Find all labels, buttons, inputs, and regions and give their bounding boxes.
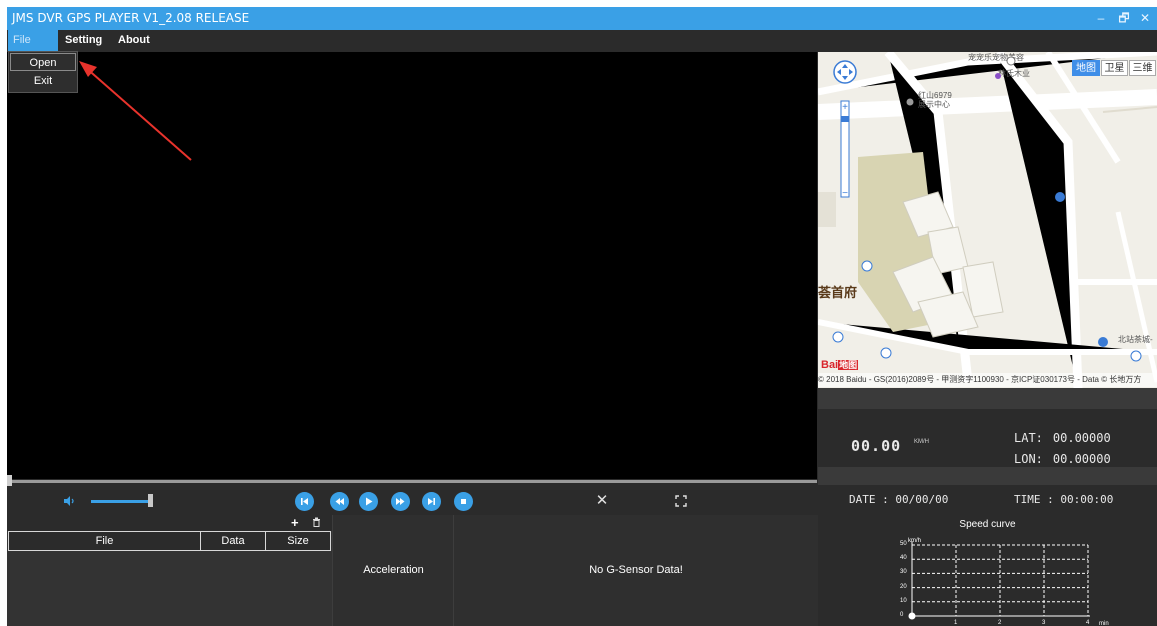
seek-handle[interactable] (7, 475, 12, 486)
map-poi-markers (832, 56, 1142, 362)
date-row: DATE : 00/00/00 (849, 493, 948, 506)
skip-forward-icon (428, 498, 435, 505)
speed-curve-grid (908, 541, 1090, 620)
menu-about[interactable]: About (118, 30, 150, 52)
rewind-icon (335, 498, 344, 505)
play-icon (366, 497, 373, 506)
menu-item-open[interactable]: Open (10, 53, 76, 71)
speed-curve-panel: Speed curve km/h min 50 40 30 20 10 0 1234 (818, 515, 1157, 626)
column-size[interactable]: Size (266, 532, 330, 550)
gps-info-panel: 00.00 KM/H LAT: 00.00000 LON: 00.00000 (818, 409, 1157, 467)
column-file[interactable]: File (9, 532, 201, 550)
longitude-value: 00.00000 (1052, 452, 1111, 466)
gps-separator (818, 388, 1157, 409)
add-file-icon[interactable]: + (291, 515, 299, 530)
volume-slider[interactable] (91, 500, 149, 503)
menu-setting[interactable]: Setting (65, 30, 102, 52)
menu-bar: File Setting About (7, 30, 1157, 52)
file-list-panel: + File Data Size (7, 515, 332, 626)
longitude-label: LON: (1014, 452, 1043, 466)
title-bar[interactable]: JMS DVR GPS PLAYER V1_2.08 RELEASE – 🗗 ✕ (7, 7, 1157, 30)
seek-bar[interactable] (7, 480, 817, 483)
latitude-value: 00.00000 (1052, 431, 1111, 445)
skip-to-end-button[interactable] (422, 492, 441, 511)
file-dropdown-menu: Open Exit (8, 51, 78, 93)
menu-item-exit[interactable]: Exit (10, 72, 76, 90)
longitude-row: LON: 00.00000 (1014, 452, 1111, 466)
app-window: JMS DVR GPS PLAYER V1_2.08 RELEASE – 🗗 ✕… (7, 7, 1157, 626)
volume-icon[interactable] (64, 496, 76, 506)
fast-forward-button[interactable] (391, 492, 410, 511)
minimize-button[interactable]: – (1091, 9, 1111, 27)
date-label: DATE : (849, 493, 889, 506)
rewind-button[interactable] (330, 492, 349, 511)
skip-to-start-button[interactable] (295, 492, 314, 511)
volume-handle[interactable] (148, 494, 153, 507)
map-copyright: © 2018 Baidu - GS(2016)2089号 - 甲测资字11009… (818, 373, 1157, 387)
baidu-logo: Bai地图 (821, 359, 859, 371)
video-display[interactable] (7, 52, 817, 479)
map-view[interactable]: + − 地图 卫星 三维 宠宠乐宠物美容 林氏木业 红山6979 展示中心 荟首… (818, 52, 1157, 388)
speed-readout: 00.00 (851, 437, 902, 455)
window-title: JMS DVR GPS PLAYER V1_2.08 RELEASE (12, 11, 250, 25)
file-list-toolbar: + (7, 515, 332, 531)
restore-button[interactable]: 🗗 (1114, 9, 1134, 27)
fast-forward-icon (396, 498, 405, 505)
time-label: TIME : (1014, 493, 1054, 506)
delete-file-icon[interactable] (312, 517, 321, 527)
column-data[interactable]: Data (201, 532, 266, 550)
file-table-header: File Data Size (8, 531, 331, 551)
latitude-label: LAT: (1014, 431, 1043, 445)
close-button[interactable]: ✕ (1135, 9, 1155, 27)
fullscreen-icon[interactable] (675, 495, 687, 507)
speed-unit: KM/H (914, 439, 929, 445)
time-row: TIME : 00:00:00 (1014, 493, 1113, 506)
date-value: 00/00/00 (895, 493, 949, 506)
speed-curve-point (908, 612, 916, 620)
datetime-panel: DATE : 00/00/00 TIME : 00:00:00 (818, 485, 1157, 515)
time-value: 00:00:00 (1060, 493, 1114, 506)
annotation-arrow (79, 61, 192, 161)
play-button[interactable] (359, 492, 378, 511)
stop-icon (461, 499, 466, 504)
playback-controls: ✕ (7, 487, 817, 515)
skip-back-icon (301, 498, 308, 505)
stop-button[interactable] (454, 492, 473, 511)
gsensor-panel: No G-Sensor Data! (453, 515, 818, 626)
acceleration-panel: Acceleration (332, 515, 454, 626)
gps-separator-2 (818, 467, 1157, 485)
menu-file[interactable]: File (8, 30, 58, 52)
close-video-button[interactable]: ✕ (594, 492, 610, 510)
latitude-row: LAT: 00.00000 (1014, 431, 1111, 445)
